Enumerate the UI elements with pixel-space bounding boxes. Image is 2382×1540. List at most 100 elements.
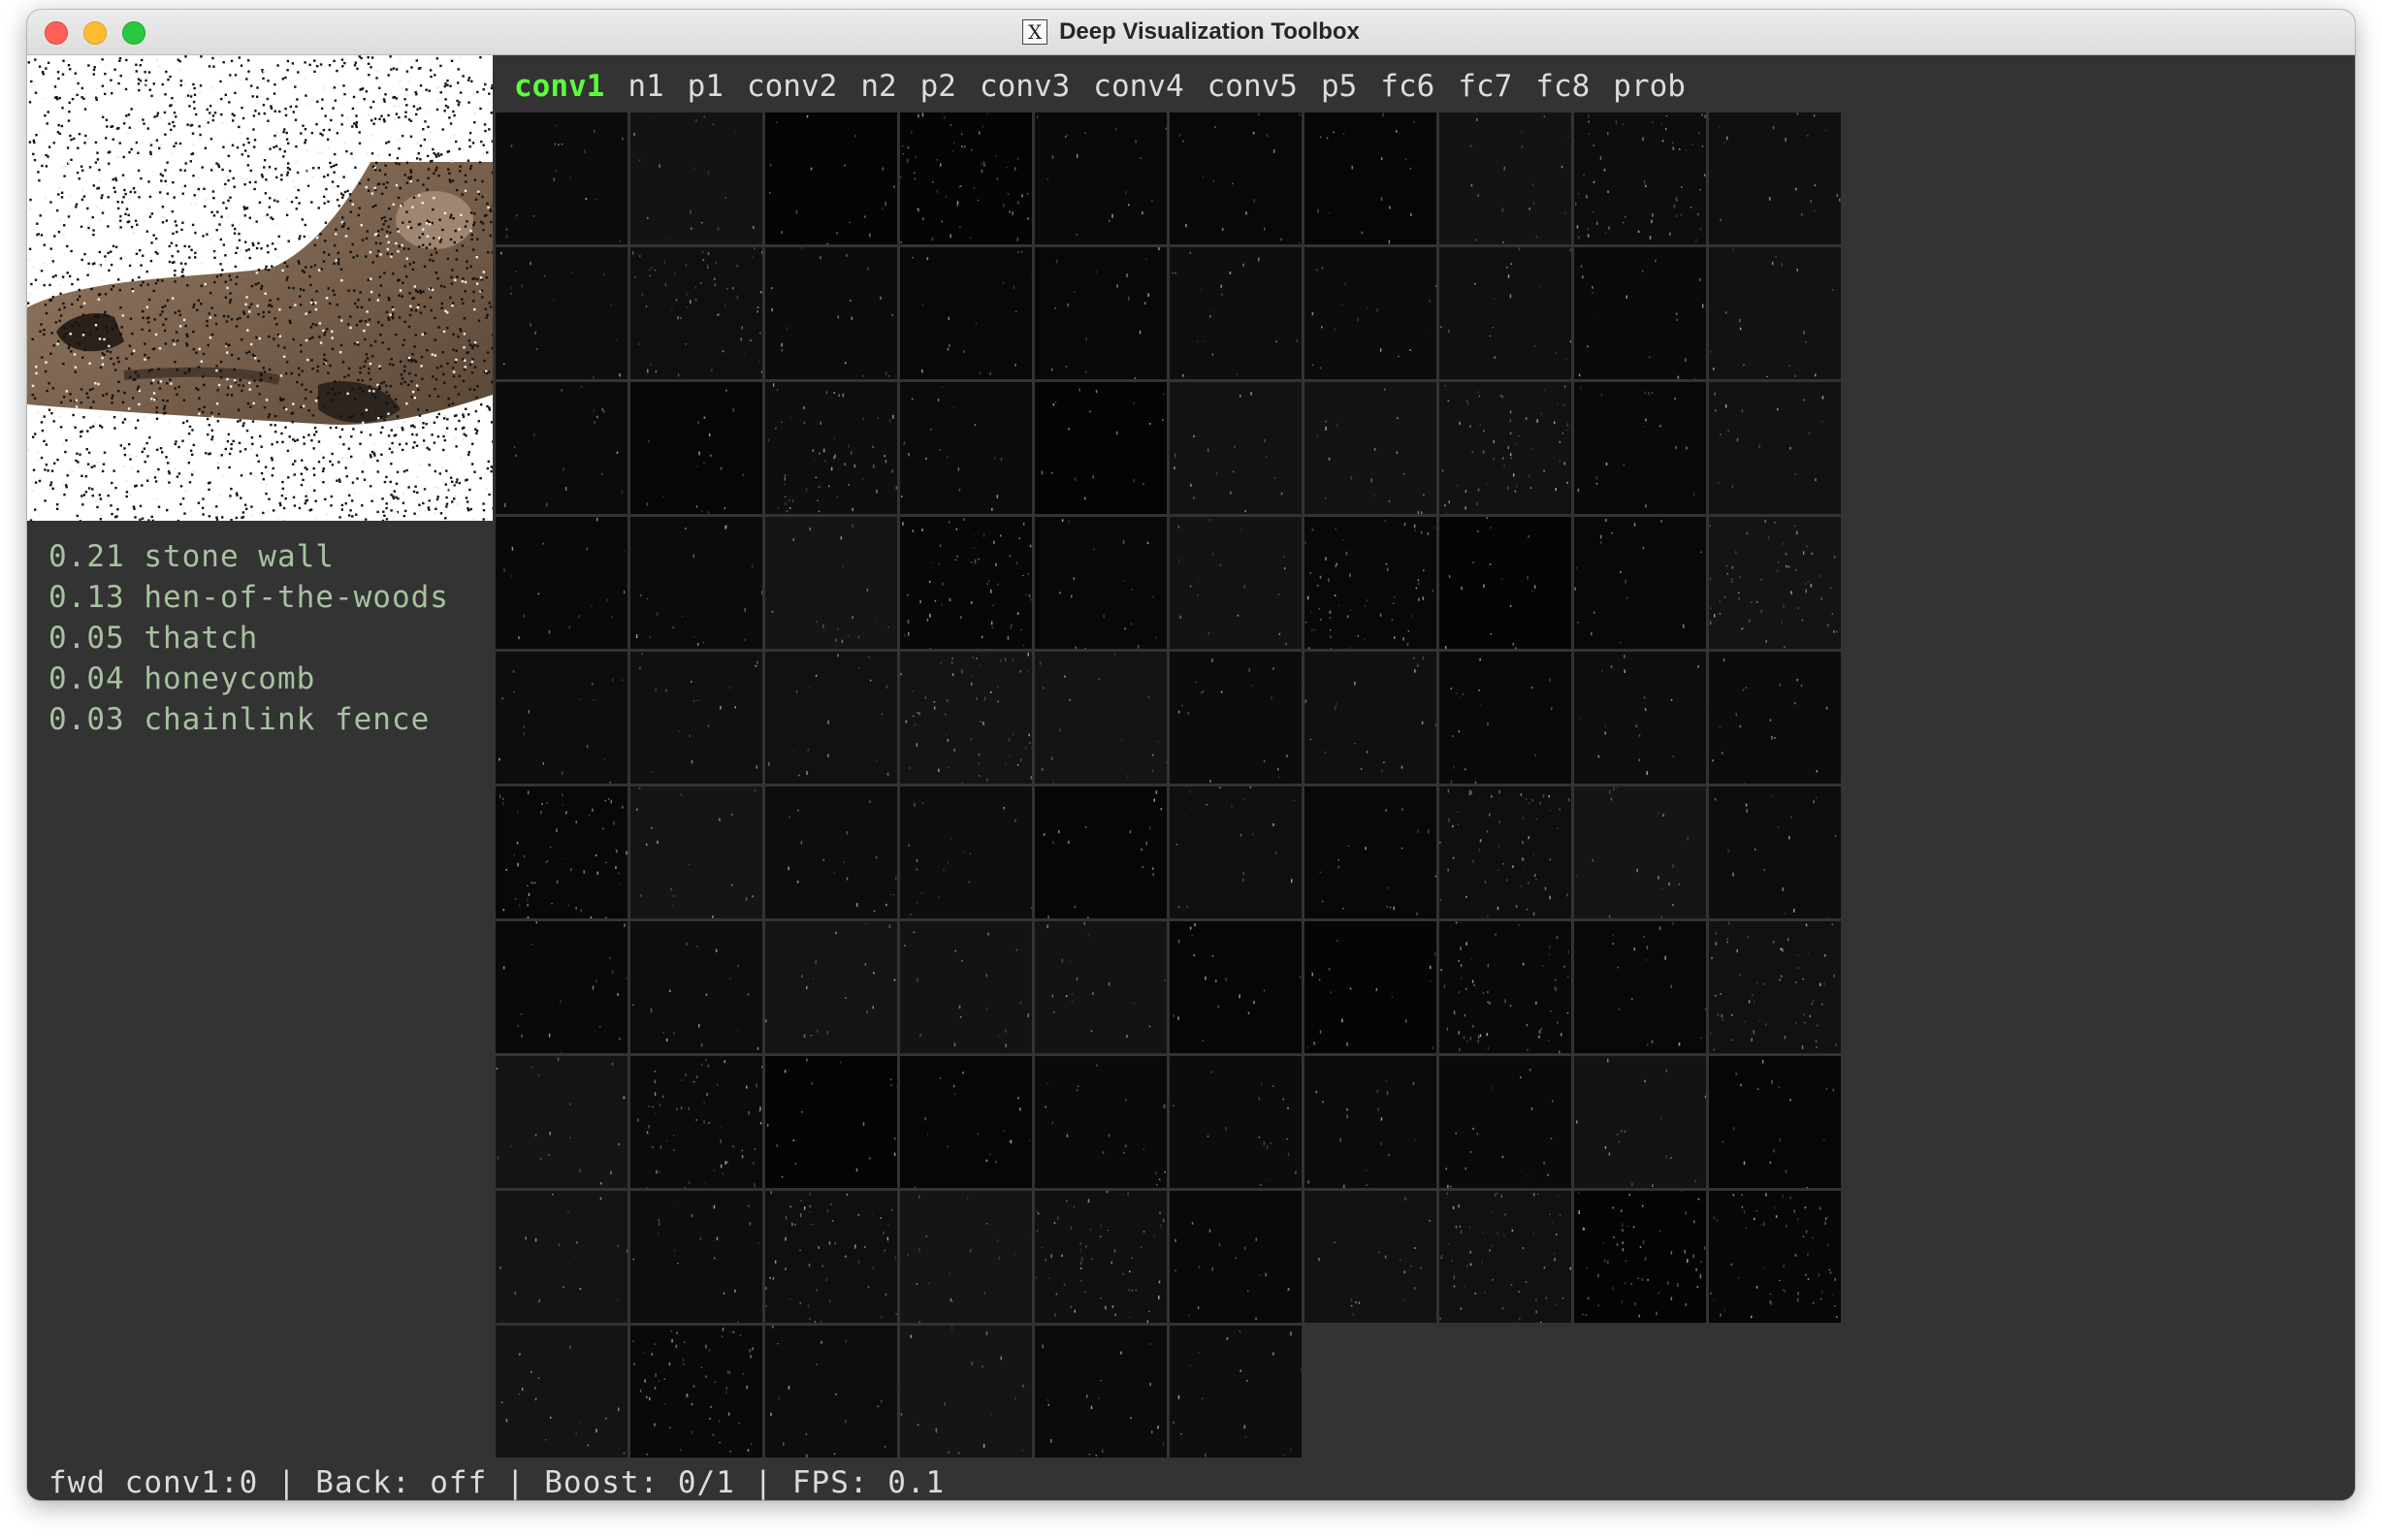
feature-map-tile[interactable] — [1035, 1191, 1167, 1325]
tab-p1[interactable]: p1 — [676, 67, 735, 106]
feature-map-tile[interactable] — [630, 517, 763, 649]
feature-map-tile[interactable] — [1709, 112, 1841, 244]
feature-map-tile[interactable] — [1439, 517, 1571, 651]
feature-map-tile[interactable] — [1709, 652, 1841, 786]
feature-map-tile[interactable] — [1304, 652, 1436, 784]
feature-map-tile[interactable] — [1574, 1056, 1708, 1188]
feature-map-tile[interactable] — [496, 1056, 628, 1188]
feature-map-tile[interactable] — [900, 247, 1034, 379]
feature-map-tile[interactable] — [630, 1056, 763, 1191]
feature-map-tile[interactable] — [1574, 786, 1706, 918]
feature-map-tile[interactable] — [1439, 1191, 1571, 1326]
feature-map-tile[interactable] — [1439, 247, 1571, 379]
feature-map-tile[interactable] — [1170, 382, 1302, 514]
feature-map-tile[interactable] — [1304, 112, 1436, 244]
feature-map-tile[interactable] — [1439, 921, 1571, 1055]
feature-map-tile[interactable] — [1574, 1191, 1706, 1323]
tab-n1[interactable]: n1 — [616, 67, 675, 106]
feature-map-tile[interactable] — [1574, 247, 1706, 379]
feature-map-tile[interactable] — [496, 382, 628, 518]
feature-map-tile[interactable] — [630, 382, 762, 514]
feature-map-tile[interactable] — [1574, 112, 1706, 244]
feature-map-tile[interactable] — [765, 1326, 899, 1458]
feature-map-tile[interactable] — [1304, 517, 1436, 652]
feature-map-tile[interactable] — [1035, 112, 1168, 244]
feature-map-tile[interactable] — [1035, 382, 1167, 514]
feature-map-tile[interactable] — [496, 1326, 628, 1458]
feature-map-tile[interactable] — [765, 1056, 899, 1188]
feature-map-tile[interactable] — [1439, 112, 1571, 244]
feature-map-tile[interactable] — [496, 517, 628, 649]
feature-map-tile[interactable] — [1170, 1326, 1303, 1458]
feature-map-tile[interactable] — [496, 921, 628, 1055]
feature-map-tile[interactable] — [900, 921, 1032, 1053]
feature-map-tile[interactable] — [1035, 1326, 1167, 1458]
feature-map-tile[interactable] — [1709, 1191, 1841, 1323]
tab-conv1[interactable]: conv1 — [502, 67, 616, 106]
feature-map-tile[interactable] — [765, 112, 897, 245]
feature-map-tile[interactable] — [765, 786, 897, 918]
feature-map-tile[interactable] — [630, 1191, 762, 1325]
feature-map-tile[interactable] — [630, 1326, 762, 1458]
feature-map-tile[interactable] — [1304, 382, 1436, 515]
feature-map-tile[interactable] — [1035, 517, 1167, 651]
feature-map-tile[interactable] — [630, 247, 763, 379]
feature-map-tile[interactable] — [1170, 112, 1302, 244]
feature-map-tile[interactable] — [1574, 517, 1706, 649]
feature-map-tile[interactable] — [1439, 382, 1571, 514]
feature-map-tile[interactable] — [1574, 382, 1706, 514]
tab-fc6[interactable]: fc6 — [1368, 67, 1446, 106]
feature-map-tile[interactable] — [1035, 1056, 1167, 1188]
feature-map-tile[interactable] — [765, 1191, 897, 1327]
feature-map-tile[interactable] — [765, 921, 897, 1053]
feature-map-tile[interactable] — [1035, 652, 1169, 784]
feature-map-tile[interactable] — [1439, 652, 1571, 785]
tab-p5[interactable]: p5 — [1309, 67, 1368, 106]
feature-map-tile[interactable] — [1709, 382, 1841, 514]
feature-map-tile[interactable] — [765, 382, 897, 514]
feature-map-tile[interactable] — [630, 786, 762, 918]
feature-map-tile[interactable] — [900, 652, 1034, 786]
feature-map-tile[interactable] — [900, 1326, 1032, 1458]
feature-map-tile[interactable] — [1170, 1056, 1302, 1188]
tab-fc8[interactable]: fc8 — [1524, 67, 1601, 106]
feature-map-tile[interactable] — [900, 382, 1032, 514]
tab-conv2[interactable]: conv2 — [735, 67, 849, 106]
feature-map-tile[interactable] — [1170, 1191, 1302, 1323]
feature-map-tile[interactable] — [1304, 1191, 1436, 1323]
feature-map-tile[interactable] — [1035, 921, 1167, 1053]
feature-map-tile[interactable] — [1170, 517, 1302, 649]
feature-map-tile[interactable] — [1170, 786, 1302, 918]
feature-map-tile[interactable] — [496, 786, 628, 922]
feature-map-tile[interactable] — [1709, 786, 1841, 919]
feature-map-tile[interactable] — [1035, 247, 1167, 381]
feature-map-tile[interactable] — [1035, 786, 1167, 919]
feature-map-tile[interactable] — [1709, 517, 1841, 649]
feature-map-tile[interactable] — [1304, 1056, 1436, 1188]
feature-map-tile[interactable] — [630, 652, 762, 784]
feature-map-tile[interactable] — [496, 652, 629, 784]
feature-map-tile[interactable] — [900, 786, 1033, 918]
tab-conv3[interactable]: conv3 — [968, 67, 1081, 106]
feature-map-tile[interactable] — [496, 112, 628, 244]
feature-map-tile[interactable] — [1304, 247, 1437, 379]
feature-map-tile[interactable] — [1304, 921, 1436, 1053]
feature-map-tile[interactable] — [496, 1191, 628, 1325]
feature-map-tile[interactable] — [1574, 652, 1708, 784]
feature-map-tile[interactable] — [1439, 1056, 1571, 1189]
tab-prob[interactable]: prob — [1601, 67, 1697, 106]
feature-map-tile[interactable] — [765, 517, 897, 649]
feature-map-tile[interactable] — [1170, 921, 1302, 1053]
feature-map-tile[interactable] — [900, 1056, 1032, 1191]
feature-map-tile[interactable] — [1709, 921, 1843, 1053]
feature-map-tile[interactable] — [630, 112, 762, 244]
tab-p2[interactable]: p2 — [909, 67, 968, 106]
tab-n2[interactable]: n2 — [849, 67, 908, 106]
feature-map-tile[interactable] — [1709, 1056, 1841, 1188]
feature-map-tile[interactable] — [900, 112, 1032, 244]
tab-fc7[interactable]: fc7 — [1446, 67, 1524, 106]
feature-map-tile[interactable] — [765, 247, 897, 379]
tab-conv5[interactable]: conv5 — [1196, 67, 1309, 106]
feature-map-tile[interactable] — [1304, 786, 1437, 918]
feature-map-tile[interactable] — [1439, 786, 1571, 918]
